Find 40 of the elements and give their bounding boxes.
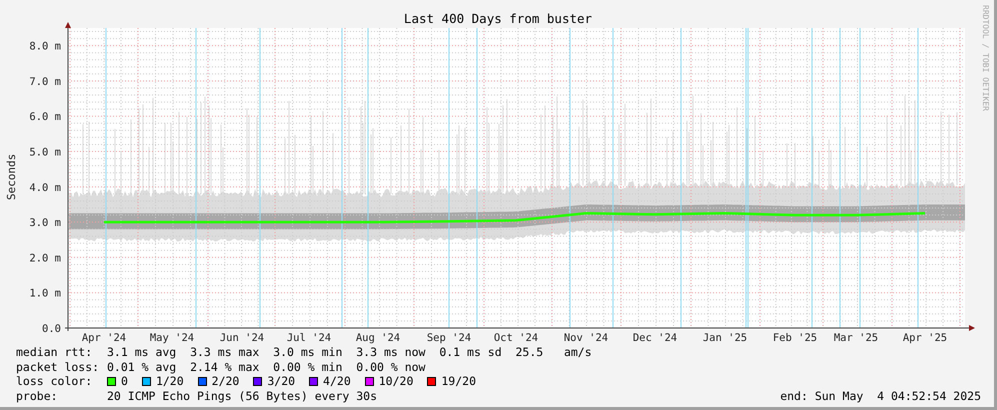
- x-tick-label: Mar '25: [834, 332, 878, 344]
- loss-color-label: 10/20: [378, 374, 414, 388]
- y-tick-label: 0.0: [42, 323, 61, 335]
- loss-color-label: 4/20: [323, 374, 351, 388]
- loss-color-label: 0: [121, 374, 128, 388]
- x-tick-label: Jan '25: [702, 332, 748, 344]
- y-tick-label: 3.0 m: [29, 217, 61, 230]
- x-tick-label: Jun '24: [220, 332, 264, 344]
- y-tick-label: 5.0 m: [29, 146, 61, 159]
- legend-label: loss color:: [16, 374, 94, 388]
- y-axis-label: Seconds: [5, 154, 18, 200]
- loss-color-label: 3/20: [267, 374, 296, 388]
- y-tick-label: 1.0 m: [29, 288, 61, 300]
- x-tick-label: Feb '25: [772, 332, 818, 344]
- legend-label: median rtt:: [16, 345, 94, 360]
- y-tick-label: 8.0 m: [29, 40, 61, 53]
- x-tick-label: Aug '24: [356, 332, 400, 344]
- loss-color-label: 2/20: [212, 374, 240, 388]
- legend-label: probe:: [16, 388, 59, 403]
- x-tick-label: Jul '24: [286, 332, 332, 344]
- x-tick-label: Apr '24: [82, 332, 126, 344]
- loss-color-label: 1/20: [156, 374, 184, 388]
- x-tick-label: May '24: [150, 332, 194, 344]
- legend-label: packet loss:: [16, 360, 100, 374]
- y-tick-label: 2.0 m: [29, 252, 61, 264]
- loss-color-label: 19/20: [441, 374, 476, 388]
- x-tick-label: Sep '24: [426, 332, 472, 344]
- y-tick-label: 6.0 m: [29, 111, 61, 124]
- probe-text: 20 ICMP Echo Pings (56 Bytes) every 30s: [107, 388, 378, 403]
- y-tick-label: 7.0 m: [29, 76, 61, 88]
- y-tick-label: 4.0 m: [29, 182, 61, 194]
- chart-title: Last 400 Days from buster: [404, 11, 592, 26]
- x-tick-label: Apr '25: [902, 332, 948, 344]
- x-tick-label: Nov '24: [564, 332, 608, 344]
- x-tick-label: Oct '24: [494, 332, 538, 344]
- legend-values: 0.01 % avg 2.14 % max 0.00 % min 0.00 % now: [107, 360, 426, 374]
- end-time: end: Sun May 4 04:52:54 2025: [780, 388, 981, 403]
- x-tick-label: Dec '24: [632, 332, 678, 344]
- legend-values: 3.1 ms avg 3.3 ms max 3.0 ms min 3.3 ms now 0.1 ms sd 25.5 am/s: [107, 345, 592, 360]
- credit-text: RRDTOOL / TOBI OETIKER: [981, 5, 990, 111]
